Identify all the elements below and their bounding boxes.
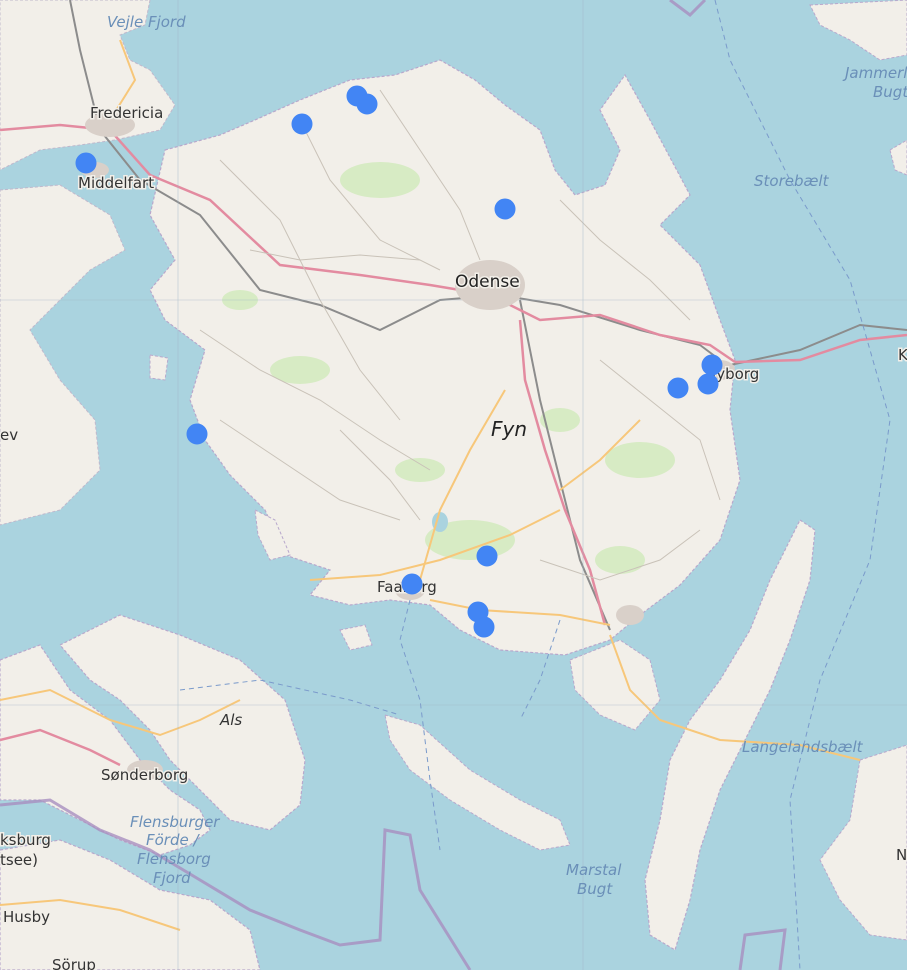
islet-3 — [149, 354, 169, 381]
label-sonderborg: Sønderborg — [101, 766, 188, 784]
label-n: N — [896, 846, 907, 864]
label-marstal-1: Marstal — [566, 861, 622, 879]
marker-faaborg[interactable] — [401, 573, 423, 595]
label-marstal-2: Bugt — [577, 880, 613, 898]
marker-west-coast[interactable] — [186, 423, 208, 445]
label-flensburger-1: Flensburger — [130, 813, 220, 831]
label-flensburger-4: Fjord — [153, 869, 191, 887]
label-langelandsbaelt: Langelandsbælt — [742, 738, 864, 756]
marker-north-coast-3[interactable] — [356, 93, 378, 115]
label-flensburger-2: Förde / — [146, 831, 200, 849]
marker-nyborg-1[interactable] — [701, 354, 723, 376]
map-svg[interactable]: Vejle Fjord Fredericia Middelfart Odense… — [0, 0, 907, 970]
marker-north-coast-1[interactable] — [291, 113, 313, 135]
label-jammerland-2: Bugt — [873, 83, 907, 101]
marker-odense-fjord[interactable] — [494, 198, 516, 220]
label-sorup: Sörup — [52, 956, 96, 970]
label-fyn: Fyn — [491, 417, 527, 441]
label-ksburg: ksburg — [0, 831, 51, 849]
label-husby: Husby — [3, 908, 50, 926]
label-odense: Odense — [455, 272, 520, 292]
marker-nyborg-2[interactable] — [697, 373, 719, 395]
marker-south-coast-2[interactable] — [473, 616, 495, 638]
label-jammerland-1: Jammerl — [842, 64, 907, 82]
label-vejle-fjord: Vejle Fjord — [107, 13, 186, 31]
label-storebaelt: Storebælt — [754, 172, 830, 190]
label-fredericia: Fredericia — [90, 104, 163, 122]
label-ev: ev — [0, 426, 18, 444]
label-als: Als — [219, 711, 242, 729]
marker-middelfart[interactable] — [75, 152, 97, 174]
label-flensburger-3: Flensborg — [137, 850, 211, 868]
marker-south-inland[interactable] — [476, 545, 498, 567]
map-canvas[interactable]: Vejle Fjord Fredericia Middelfart Odense… — [0, 0, 907, 970]
label-middelfart: Middelfart — [78, 174, 154, 192]
marker-nyborg-3[interactable] — [667, 377, 689, 399]
label-k: K — [898, 346, 907, 364]
label-tsee: tsee) — [0, 851, 38, 869]
